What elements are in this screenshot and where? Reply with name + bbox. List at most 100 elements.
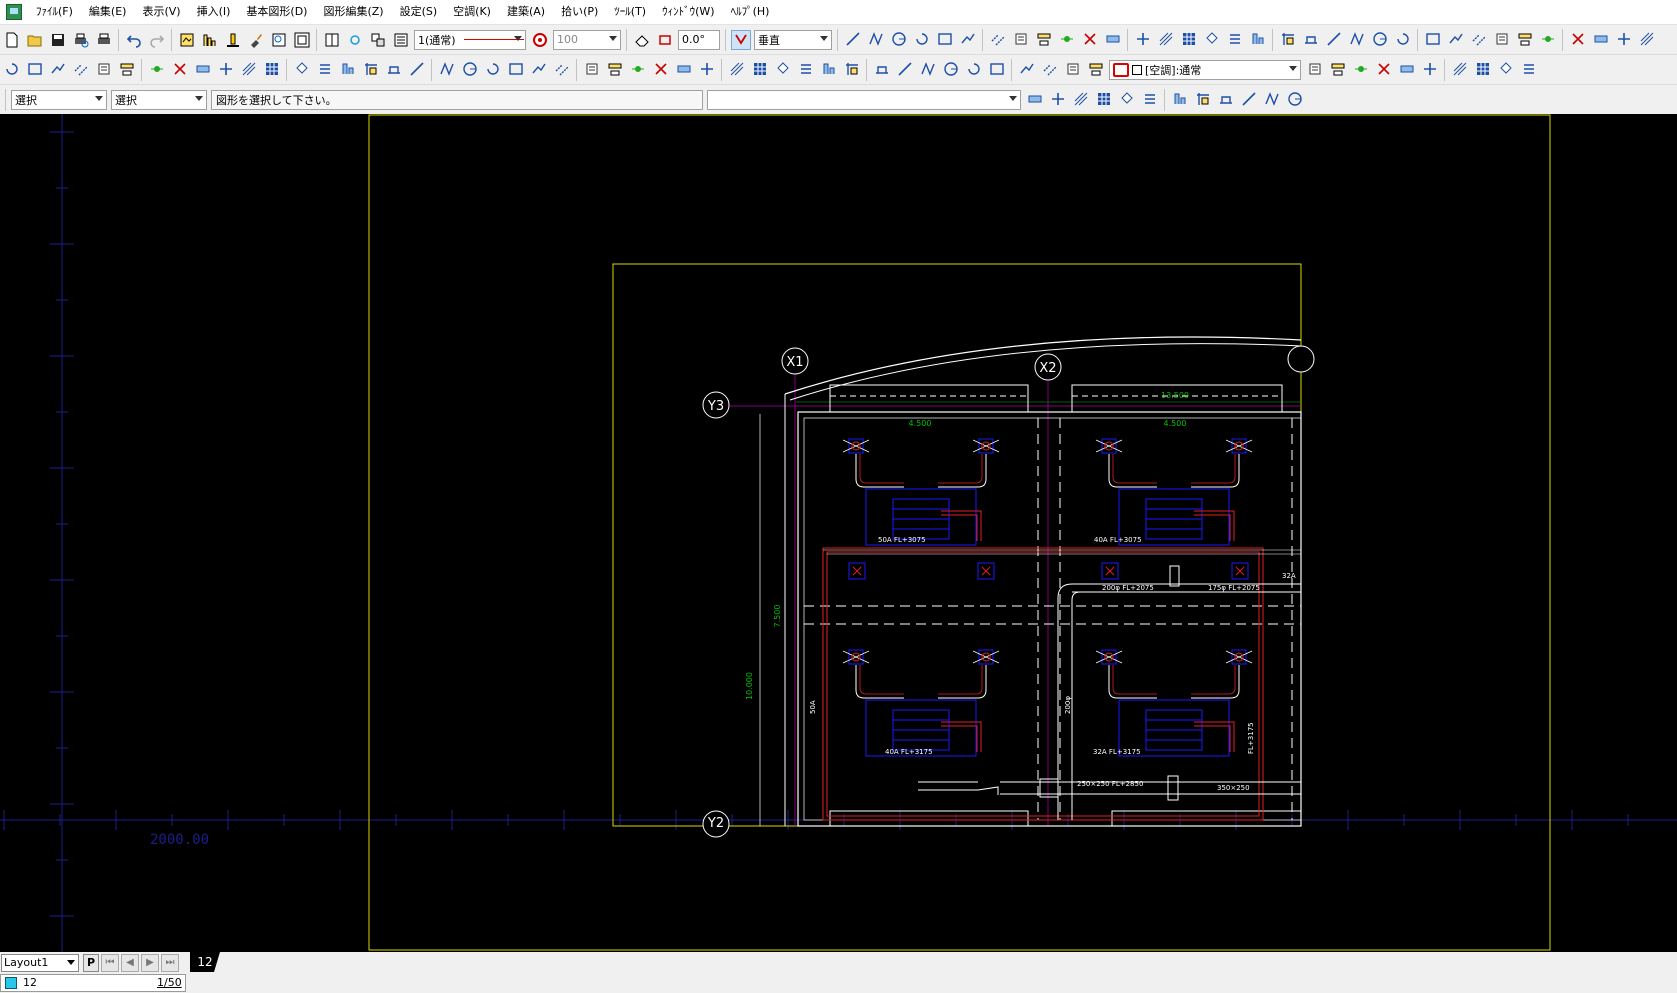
draw-bars-icon[interactable] [1248,29,1268,49]
hvac-table-icon[interactable] [1086,59,1106,79]
menu-item-2[interactable]: 表示(V) [134,0,188,24]
zoom-window-icon[interactable] [269,30,289,50]
first-tab-icon[interactable]: ⏮ [101,954,119,972]
menu-item-9[interactable]: 拾い(P) [553,0,606,24]
command-input[interactable] [707,89,1021,110]
view-diamond-icon[interactable] [1496,59,1516,79]
hvac-duct-icon[interactable] [193,59,213,79]
hvac-grid-icon[interactable] [750,59,770,79]
hvac-circle-arc-icon[interactable] [483,59,503,79]
menu-item-4[interactable]: 基本図形(D) [238,0,315,24]
hvac-bars-icon[interactable] [338,59,358,79]
view-grid-icon[interactable] [1473,59,1493,79]
new-file-icon[interactable] [2,30,22,50]
save-icon[interactable] [48,30,68,50]
menu-item-12[interactable]: ﾍﾙﾌﾟ(H) [723,0,778,24]
hvac-delete-icon[interactable] [651,59,671,79]
line-style-select[interactable]: 1(通常) [414,29,526,50]
hvac-line-icon[interactable] [895,59,915,79]
hvac-line-icon[interactable] [407,59,427,79]
eraser-icon[interactable] [632,30,652,50]
draw-delete-icon[interactable] [1080,29,1100,49]
edit-polyline-icon[interactable] [1262,89,1282,109]
draw-hatch-lines-icon[interactable] [1156,29,1176,49]
hvac-layers-icon[interactable] [796,59,816,79]
menu-item-7[interactable]: 空調(K) [445,0,499,24]
info-icon[interactable] [223,30,243,50]
view-duct-icon[interactable] [1397,59,1417,79]
menu-item-10[interactable]: ﾂｰﾙ(T) [606,0,654,24]
layout-select[interactable]: Layout1 [1,954,79,972]
hvac-coordinate-icon[interactable] [842,59,862,79]
edit-grid-icon[interactable] [1094,89,1114,109]
hvac-hatch-lines-icon[interactable] [727,59,747,79]
draw-table-icon[interactable] [1515,29,1535,49]
hvac-path-icon[interactable] [48,59,68,79]
hvac-delete-icon[interactable] [170,59,190,79]
app-icon[interactable] [6,4,22,20]
hvac-arc-icon[interactable] [941,59,961,79]
layer-window-icon[interactable] [177,30,197,50]
red-rectangle-icon[interactable] [655,30,675,50]
menu-item-6[interactable]: 設定(S) [392,0,446,24]
draw-dim-link-icon[interactable] [1057,29,1077,49]
draw-circle-arc-icon[interactable] [1393,29,1413,49]
hvac-path-icon[interactable] [1017,59,1037,79]
edit-frame-icon[interactable] [1216,89,1236,109]
hvac-text-icon[interactable] [1063,59,1083,79]
draw-line-icon[interactable] [1324,29,1344,49]
hvac-diamond-icon[interactable] [292,59,312,79]
hvac-crosshair-icon[interactable] [697,59,717,79]
draw-hatch-icon[interactable] [1469,29,1489,49]
hvac-hatch-icon[interactable] [71,59,91,79]
drawing-scale[interactable]: 1/50 [157,976,182,989]
hvac-circle-arc-icon[interactable] [2,59,22,79]
draw-polyline-icon[interactable] [1347,29,1367,49]
view-hatch-lines-icon[interactable] [1450,59,1470,79]
hvac-hatch-lines-icon[interactable] [239,59,259,79]
draw-delete-icon[interactable] [1568,29,1588,49]
open-folder-icon[interactable] [25,30,45,50]
sheet-tab-12[interactable]: 12 [190,952,220,972]
snap-icon[interactable] [345,30,365,50]
draw-path-icon[interactable] [958,29,978,49]
hvac-frame-icon[interactable] [384,59,404,79]
redo-icon[interactable] [147,30,167,50]
draw-line-icon[interactable] [843,29,863,49]
draw-dim-link-icon[interactable] [1538,29,1558,49]
hvac-polyline-icon[interactable] [918,59,938,79]
hvac-dim-link-icon[interactable] [628,59,648,79]
draw-grid-icon[interactable] [1179,29,1199,49]
edit-line-icon[interactable] [1239,89,1259,109]
hvac-hatch-icon[interactable] [552,59,572,79]
view-text-icon[interactable] [1305,59,1325,79]
draw-polyline-icon[interactable] [866,29,886,49]
color-wheel-icon[interactable] [530,30,550,50]
draw-diamond-icon[interactable] [1202,29,1222,49]
draw-layers-icon[interactable] [1225,29,1245,49]
edit-diamond-icon[interactable] [1117,89,1137,109]
edit-duct-icon[interactable] [1025,89,1045,109]
menu-item-5[interactable]: 図形編集(Z) [315,0,391,24]
hvac-arc-icon[interactable] [460,59,480,79]
draw-arc-icon[interactable] [1370,29,1390,49]
hvac-bars-icon[interactable] [819,59,839,79]
menu-item-11[interactable]: ｳｨﾝﾄﾞｳ(W) [654,0,722,24]
edit-hatch-lines-icon[interactable] [1071,89,1091,109]
draw-duct-icon[interactable] [1591,29,1611,49]
draw-hatch-lines-icon[interactable] [1637,29,1657,49]
select-mode-2[interactable]: 選択 [111,89,207,110]
view-layers-icon[interactable] [1519,59,1539,79]
edit-crosshair-icon[interactable] [1048,89,1068,109]
hvac-circle-arc-icon[interactable] [964,59,984,79]
hvac-rectangle-icon[interactable] [506,59,526,79]
hvac-layers-icon[interactable] [315,59,335,79]
hvac-grid-icon[interactable] [262,59,282,79]
copy-layer-icon[interactable] [368,30,388,50]
menu-item-3[interactable]: 挿入(I) [189,0,239,24]
hvac-frame-icon[interactable] [872,59,892,79]
draw-path-icon[interactable] [1446,29,1466,49]
select-mode-1[interactable]: 選択 [11,89,107,110]
draw-hatch-icon[interactable] [988,29,1008,49]
hvac-text-icon[interactable] [582,59,602,79]
